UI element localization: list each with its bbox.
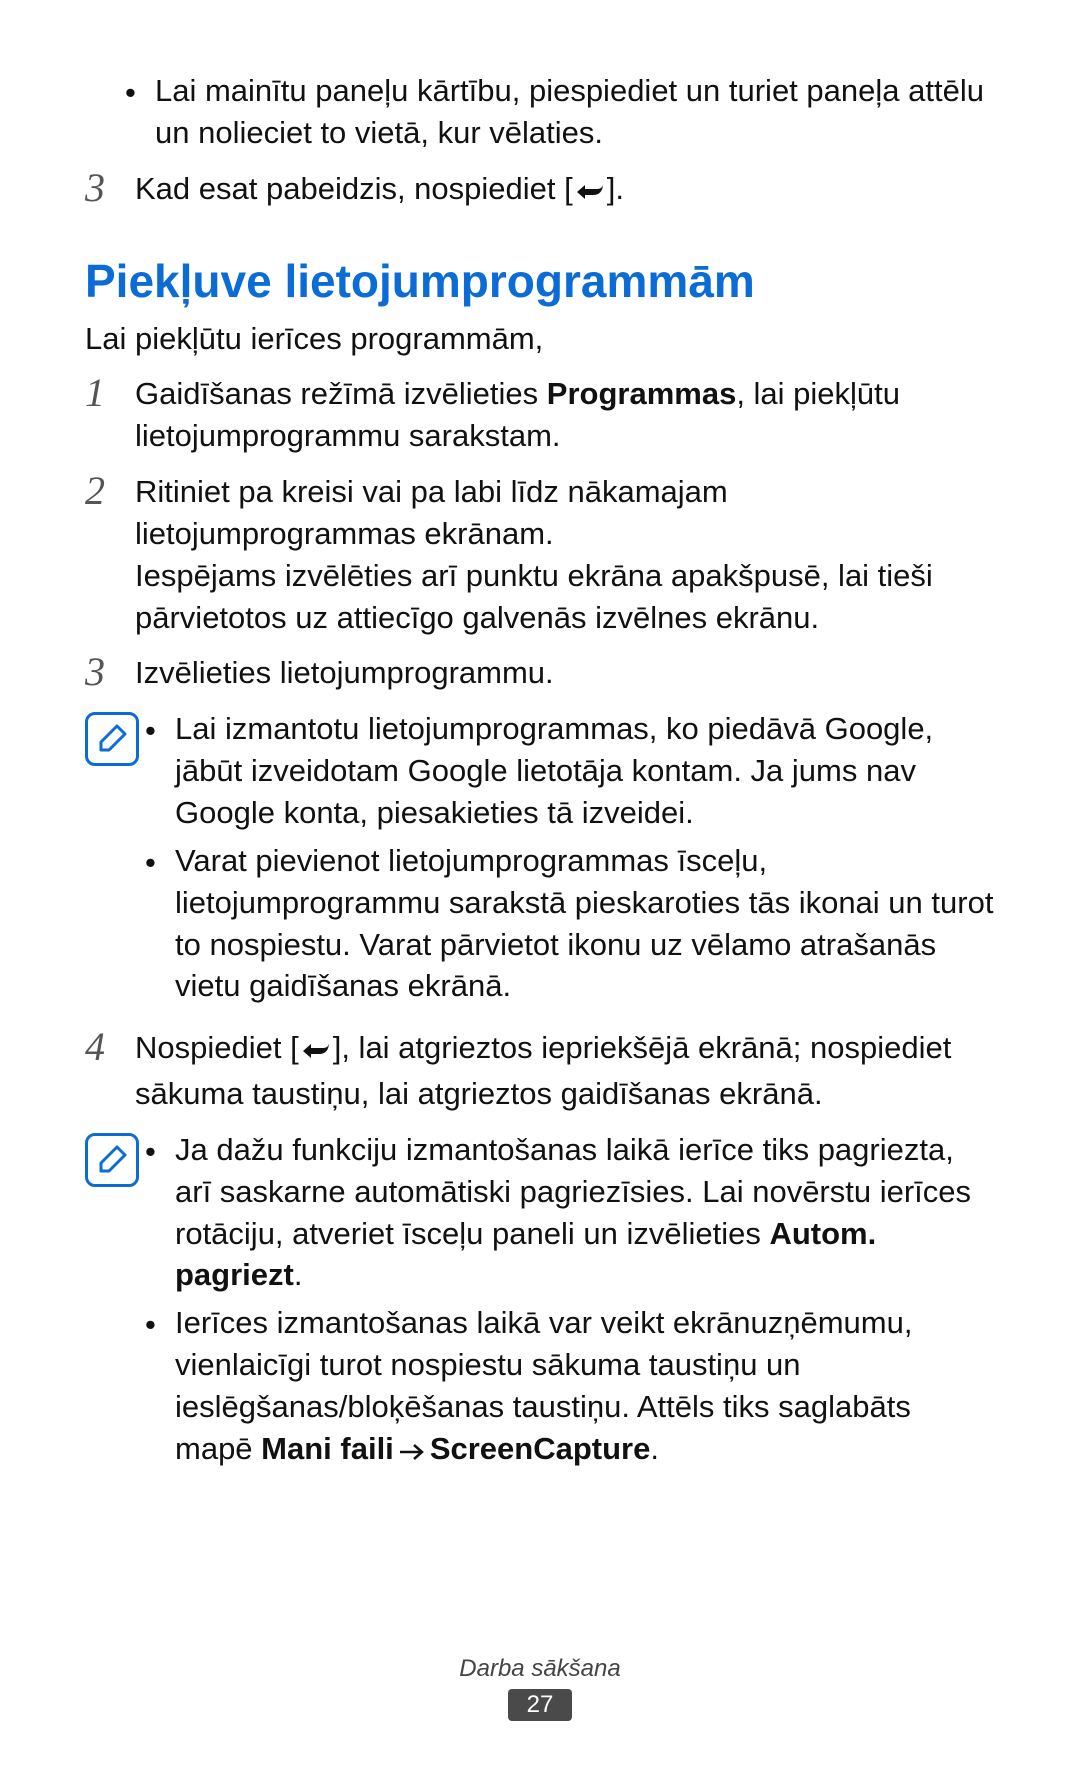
note-icon-column [85,708,145,1013]
step-number: 1 [85,373,135,457]
arrow-right-icon [398,1431,426,1473]
footer-page-wrap: 27 [0,1689,1080,1721]
bullet-icon [145,840,175,1007]
step-body: Ritiniet pa kreisi vai pa labi līdz nāka… [135,471,995,638]
step3-text-a: Kad esat pabeidzis, nospiediet [ [135,171,573,206]
top-bullet-row: Lai mainītu paneļu kārtību, piespiediet … [125,70,995,154]
back-icon [299,1031,333,1073]
step-3: 3 Izvēlieties lietojumprogrammu. [85,652,995,694]
note-block-2: Ja dažu funkciju izmantošanas laikā ierī… [85,1129,995,1479]
note-icon [85,712,139,766]
step-3-top: 3 Kad esat pabeidzis, nospiediet []. [85,168,995,214]
note2-bullet-1: Ja dažu funkciju izmantošanas laikā ierī… [145,1129,995,1296]
step3-text-b: ]. [607,171,624,206]
step1-a: Gaidīšanas režīmā izvēlieties [135,376,547,411]
note2-bullet-2: Ierīces izmantošanas laikā var veikt ekr… [145,1302,995,1472]
back-icon [573,172,607,214]
step-body: Nospiediet [], lai atgrieztos iepriekšēj… [135,1027,995,1115]
step-number: 3 [85,652,135,694]
step1-bold: Programmas [547,376,737,411]
step2-p1: Ritiniet pa kreisi vai pa labi līdz nāka… [135,471,995,555]
note2-b2-bold1: Mani faili [261,1431,394,1466]
bullet-icon [145,1129,175,1296]
step-1: 1 Gaidīšanas režīmā izvēlieties Programm… [85,373,995,457]
step-number: 3 [85,168,135,214]
step-2: 2 Ritiniet pa kreisi vai pa labi līdz nā… [85,471,995,638]
top-bullet-text: Lai mainītu paneļu kārtību, piespiediet … [155,70,995,154]
note-body: Ja dažu funkciju izmantošanas laikā ierī… [145,1129,995,1479]
note2-b2-bold2: ScreenCapture [430,1431,651,1466]
note2-b1-b: . [294,1257,303,1292]
note1-bullet-2: Varat pievienot lietojumprogrammas īsceļ… [145,840,995,1007]
step-body: Kad esat pabeidzis, nospiediet []. [135,168,995,214]
note-icon [85,1133,139,1187]
note2-b2-b: . [650,1431,659,1466]
page: Lai mainītu paneļu kārtību, piespiediet … [0,0,1080,1771]
bullet-icon [145,708,175,834]
note1-b1-text: Lai izmantotu lietojumprogrammas, ko pie… [175,708,995,834]
page-number-badge: 27 [508,1689,572,1721]
page-footer: Darba sākšana 27 [0,1655,1080,1721]
step-body: Gaidīšanas režīmā izvēlieties Programmas… [135,373,995,457]
section-title: Piekļuve lietojumprogrammām [85,254,995,308]
note1-bullet-1: Lai izmantotu lietojumprogrammas, ko pie… [145,708,995,834]
footer-section-name: Darba sākšana [0,1655,1080,1683]
note1-b2-text: Varat pievienot lietojumprogrammas īsceļ… [175,840,995,1007]
step-number: 2 [85,471,135,638]
bullet-icon [125,70,155,154]
bullet-icon [145,1302,175,1472]
step2-p2: Iespējams izvēlēties arī punktu ekrāna a… [135,555,995,639]
step-4: 4 Nospiediet [], lai atgrieztos iepriekš… [85,1027,995,1115]
step-body: Izvēlieties lietojumprogrammu. [135,652,995,694]
note2-b1-text: Ja dažu funkciju izmantošanas laikā ierī… [175,1129,995,1296]
step-number: 4 [85,1027,135,1115]
note-block-1: Lai izmantotu lietojumprogrammas, ko pie… [85,708,995,1013]
note2-b2-text: Ierīces izmantošanas laikā var veikt ekr… [175,1302,995,1472]
intro-text: Lai piekļūtu ierīces programmām, [85,318,995,360]
step4-a: Nospiediet [ [135,1030,299,1065]
note-icon-column [85,1129,145,1479]
note-body: Lai izmantotu lietojumprogrammas, ko pie… [145,708,995,1013]
